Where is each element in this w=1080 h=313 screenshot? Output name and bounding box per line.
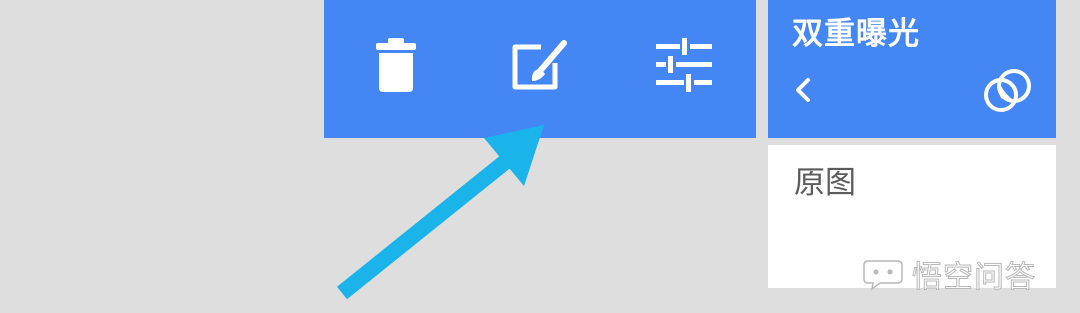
overlap-circles-icon[interactable] xyxy=(982,66,1034,116)
chevron-left-icon[interactable] xyxy=(788,72,818,108)
option-original[interactable]: 原图 xyxy=(794,163,856,203)
watermark-text: 悟空问答 xyxy=(912,260,1036,296)
annotation-arrow xyxy=(336,125,544,300)
double-exposure-header: 双重曝光 xyxy=(768,0,1056,138)
trash-icon xyxy=(376,38,416,92)
edit-brush-icon xyxy=(512,40,567,90)
adjust-button[interactable] xyxy=(644,30,724,100)
panel-title: 双重曝光 xyxy=(792,16,920,52)
watermark: 悟空问答 xyxy=(862,252,1036,296)
sliders-icon xyxy=(656,38,712,92)
speech-bubble-icon xyxy=(863,260,903,291)
delete-button[interactable] xyxy=(356,30,436,100)
edit-button[interactable] xyxy=(500,30,580,100)
